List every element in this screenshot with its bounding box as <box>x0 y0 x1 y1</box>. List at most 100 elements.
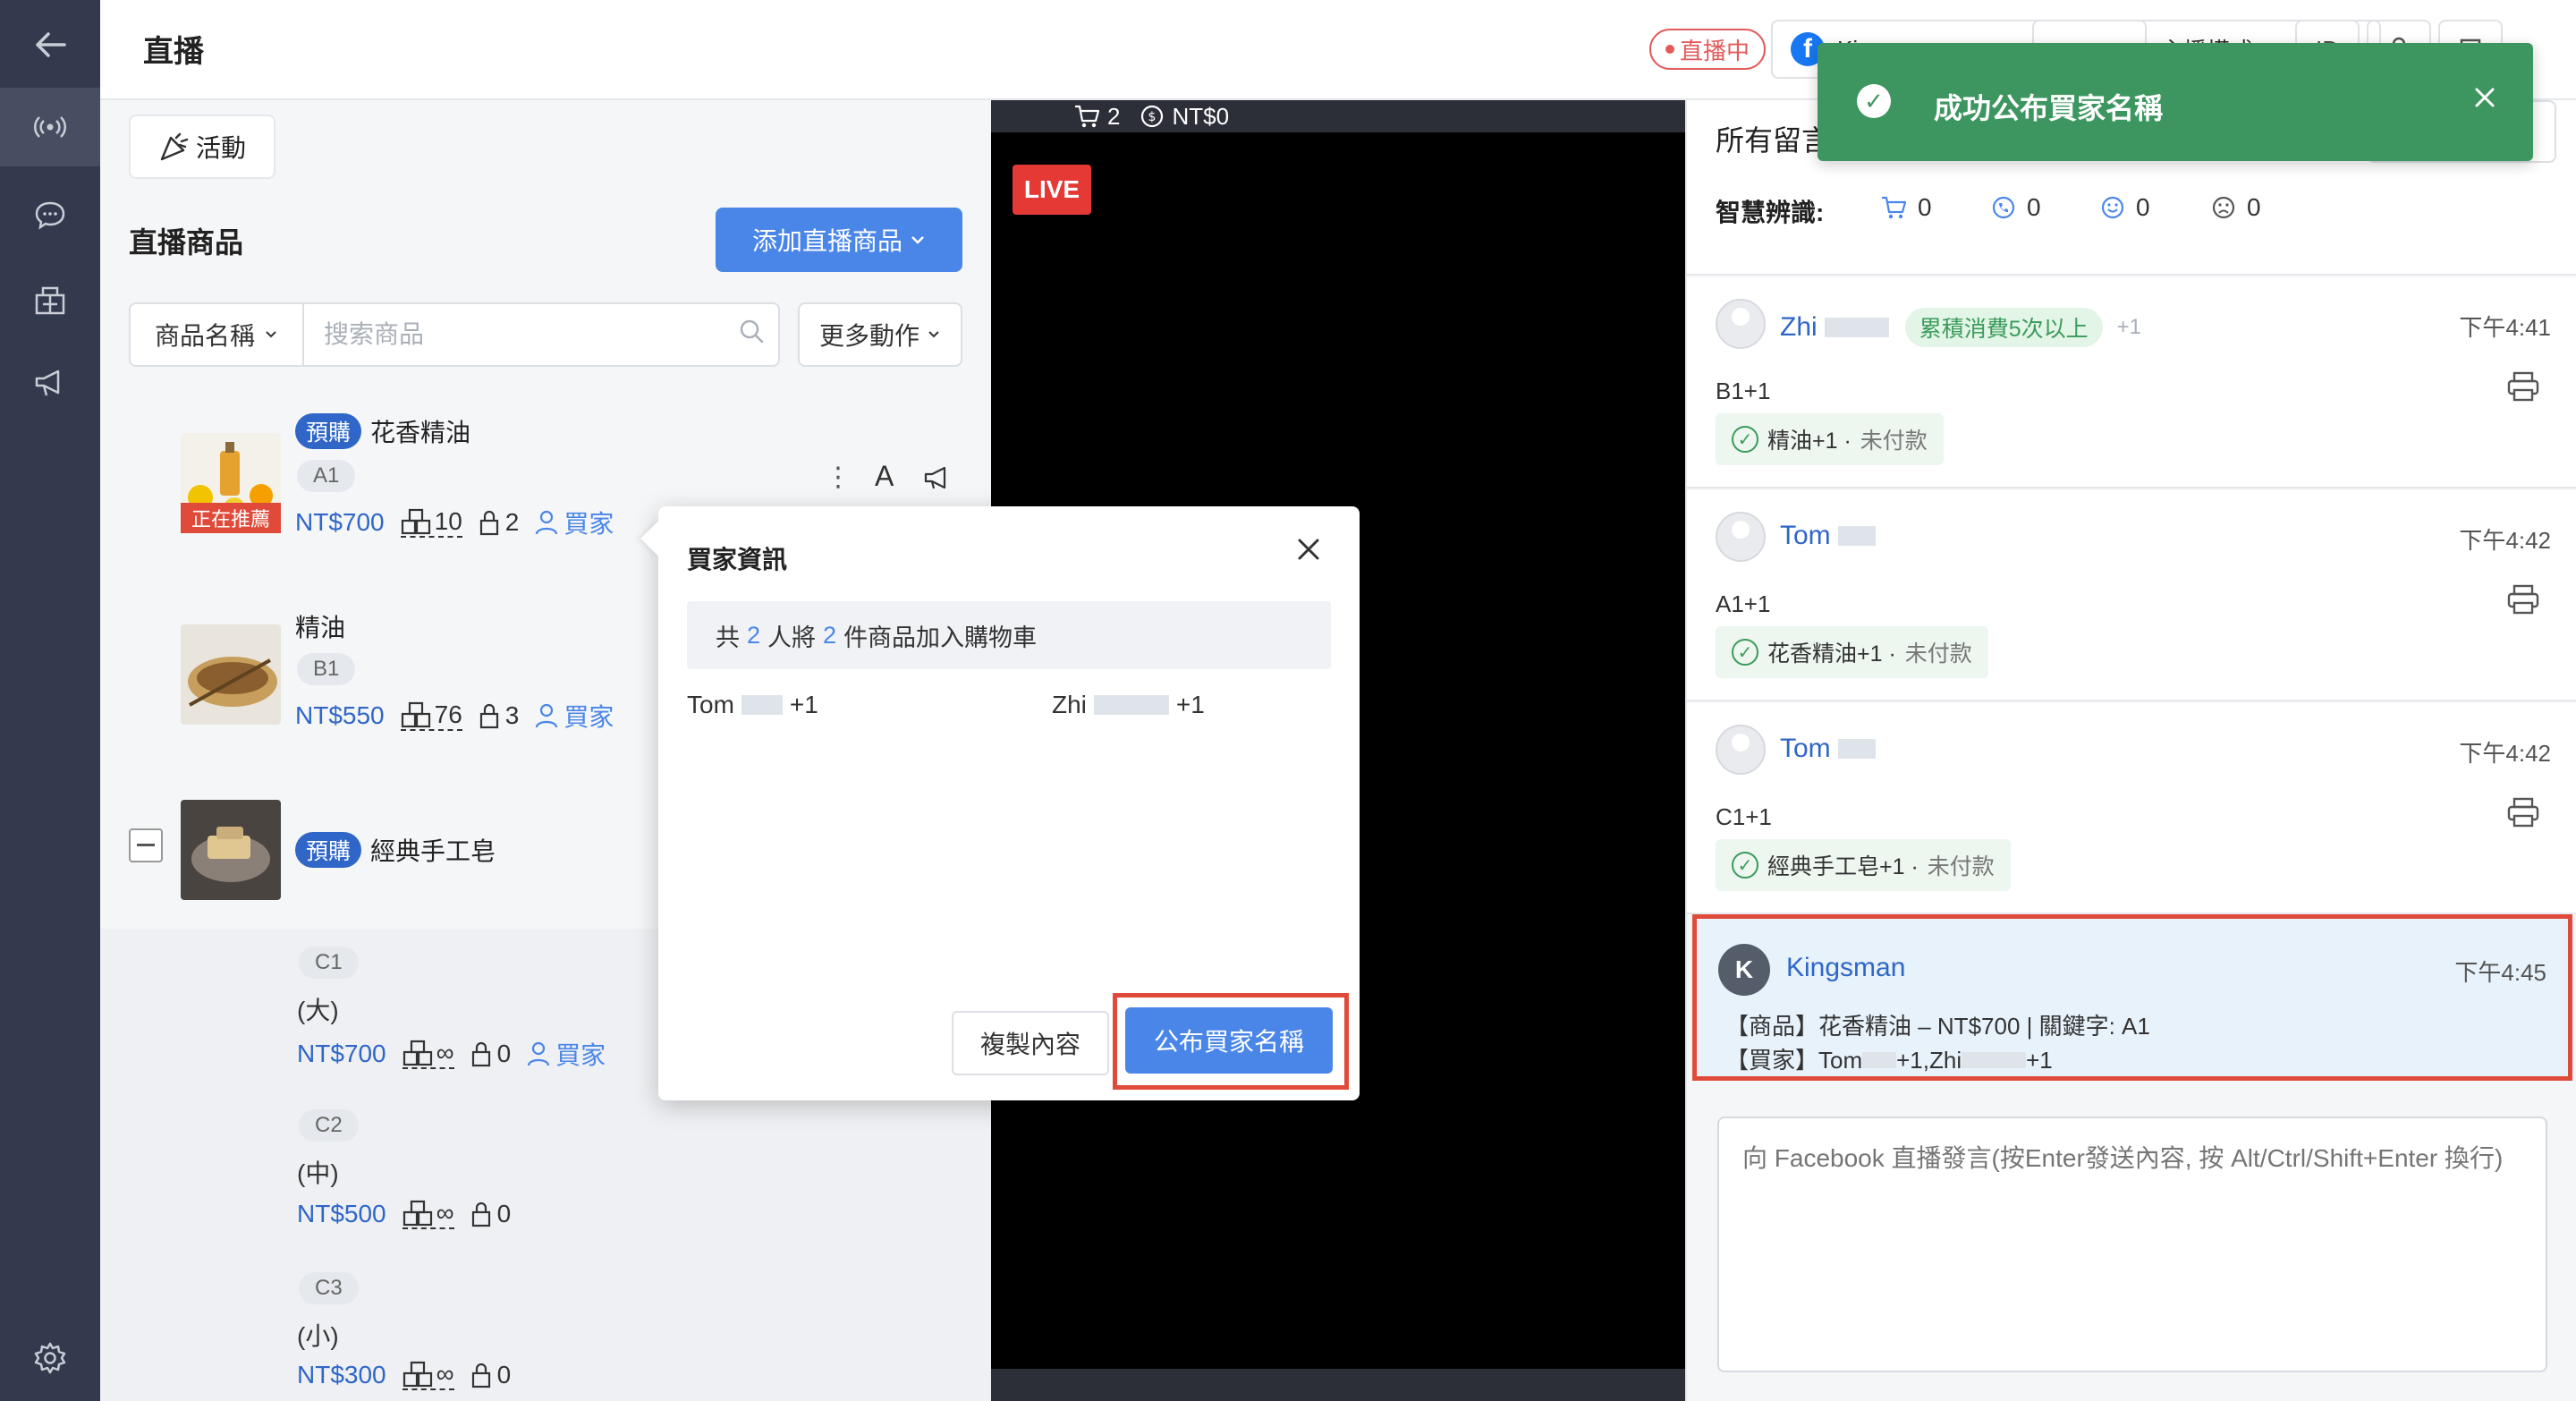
settings-gear-icon[interactable] <box>0 1319 100 1397</box>
print-icon[interactable] <box>2506 583 2540 624</box>
buyer-line-mid: +1,Zhi <box>1896 1047 1962 1074</box>
comment-author[interactable]: Zhi 累積消費5次以上 +1 <box>1780 308 2141 347</box>
pushing-badge: 正在推薦 <box>181 503 281 533</box>
stock-value: 76 <box>434 700 462 728</box>
user-icon <box>528 1041 550 1066</box>
font-size-icon[interactable]: A <box>875 460 894 493</box>
product-name-row: 預購 花香精油 <box>295 413 470 449</box>
lock-icon <box>479 703 498 729</box>
activity-button[interactable]: 活動 <box>129 115 275 179</box>
stock-count[interactable]: ∞ <box>402 1199 454 1229</box>
activity-label: 活動 <box>195 134 246 162</box>
close-icon[interactable] <box>1295 531 1322 571</box>
print-icon[interactable] <box>2506 370 2540 411</box>
add-product-label: 添加直播商品 <box>751 227 902 255</box>
smart-happy-count[interactable]: 0 <box>2100 193 2150 222</box>
live-status-badge: 直播中 <box>1649 29 1767 70</box>
locked-value: 0 <box>496 1200 512 1227</box>
search-input[interactable] <box>304 304 724 365</box>
stock-boxes-icon <box>402 1361 432 1388</box>
buyer-entry: Tom +1 <box>687 691 818 719</box>
more-vertical-icon[interactable]: ⋮ <box>825 462 852 493</box>
stock-boxes-icon <box>402 1200 432 1227</box>
products-icon[interactable] <box>0 259 100 338</box>
buyer-link[interactable]: 買家 <box>535 698 614 734</box>
comment-card[interactable]: Tom 下午4:42 A1+1 ✓ 花香精油+1 · 未付款 <box>1687 490 2576 701</box>
comment-time: 下午4:41 <box>2459 314 2551 341</box>
comment-time: 下午4:42 <box>2459 527 2551 554</box>
search-icon[interactable] <box>724 318 778 352</box>
avatar: K <box>1718 944 1770 996</box>
masked-name <box>1962 1052 2027 1068</box>
variant-size: (小) <box>297 1322 339 1350</box>
variant-price: NT$300 <box>297 1361 386 1388</box>
smile-icon <box>2101 196 2124 219</box>
stock-count[interactable]: ∞ <box>402 1360 454 1390</box>
stock-count[interactable]: 76 <box>400 700 462 731</box>
smart-count: 0 <box>2247 193 2261 221</box>
buyer-name: Zhi <box>1052 691 1087 718</box>
add-live-product-button[interactable]: 添加直播商品 <box>716 208 962 272</box>
smart-count: 0 <box>1918 193 1932 221</box>
author-name: Zhi <box>1780 312 1818 342</box>
badge-extra-count: +1 <box>2116 315 2141 339</box>
party-popper-icon <box>160 132 189 161</box>
collapse-icon[interactable] <box>129 828 163 862</box>
comment-author[interactable]: Kingsman <box>1786 953 1905 983</box>
close-icon[interactable] <box>2472 79 2497 118</box>
user-icon <box>536 510 558 535</box>
live-status-text: 直播中 <box>1680 37 1750 64</box>
pre-order-tag: 預購 <box>295 413 362 449</box>
published-buyer-comment[interactable]: K Kingsman 下午4:45 【商品】花香精油 – NT$700 | 關鍵… <box>1692 914 2572 1081</box>
product-code: A1 <box>297 460 356 492</box>
search-field-select[interactable]: 商品名稱 <box>131 304 304 365</box>
comments-title: 所有留言 <box>1716 124 1831 157</box>
sidebar <box>0 0 100 1401</box>
megaphone-icon[interactable] <box>0 344 100 422</box>
page-title: 直播 <box>143 35 204 69</box>
stock-boxes-icon <box>402 1040 432 1066</box>
section-title: 直播商品 <box>129 226 244 259</box>
buyer-summary: 共 2 人將 2 件商品加入購物車 <box>687 601 1331 669</box>
avatar <box>1716 512 1766 562</box>
cart-stat: 2 <box>1073 103 1120 131</box>
publish-buyer-names-button[interactable]: 公布買家名稱 <box>1125 1007 1333 1074</box>
facebook-message-input[interactable] <box>1717 1117 2547 1372</box>
buyer-label: 買家 <box>564 510 614 538</box>
stock-count[interactable]: 10 <box>400 507 462 538</box>
stock-boxes-icon <box>401 508 430 535</box>
smart-sad-count[interactable]: 0 <box>2211 193 2261 222</box>
buyer-link[interactable]: 買家 <box>527 1036 606 1072</box>
customer-badge: 累積消費5次以上 <box>1904 308 2103 347</box>
smart-recognition-label: 智慧辨識: <box>1716 199 1825 226</box>
buyer-line-prefix: 【買家】Tom <box>1725 1047 1863 1074</box>
comment-author[interactable]: Tom <box>1780 521 1876 551</box>
product-price: NT$550 <box>295 701 385 729</box>
back-arrow-icon[interactable] <box>0 5 100 84</box>
comment-card[interactable]: Tom 下午4:42 C1+1 ✓ 經典手工皂+1 · 未付款 <box>1687 703 2576 914</box>
comment-text: A1+1 <box>1716 590 1771 617</box>
live-broadcast-icon[interactable] <box>0 88 100 166</box>
chevron-down-icon <box>911 236 924 244</box>
buyer-link[interactable]: 買家 <box>535 505 614 540</box>
comment-author[interactable]: Tom <box>1780 734 1876 764</box>
product-price: NT$700 <box>295 508 385 536</box>
megaphone-icon[interactable] <box>923 465 953 495</box>
summary-prefix: 共 <box>716 624 740 651</box>
chevron-down-icon <box>928 331 939 338</box>
avatar <box>1716 725 1766 775</box>
chat-icon[interactable] <box>0 175 100 254</box>
lock-icon <box>479 510 498 536</box>
stock-value: ∞ <box>436 1360 454 1388</box>
locked-value: 0 <box>496 1040 512 1067</box>
masked-name <box>1837 739 1876 759</box>
comment-card[interactable]: Zhi 累積消費5次以上 +1 下午4:41 B1+1 ✓ 精油+1 · 未付款 <box>1687 277 2576 488</box>
more-actions-button[interactable]: 更多動作 <box>798 302 962 367</box>
stock-count[interactable]: ∞ <box>402 1039 454 1069</box>
print-icon[interactable] <box>2506 796 2540 836</box>
order-status: ✓ 精油+1 · 未付款 <box>1716 413 1944 465</box>
smart-phone-count[interactable]: 0 <box>1991 193 2041 222</box>
payment-status: 未付款 <box>1904 641 1972 667</box>
smart-cart-count[interactable]: 0 <box>1880 193 1932 222</box>
copy-content-button[interactable]: 複製內容 <box>952 1011 1109 1075</box>
